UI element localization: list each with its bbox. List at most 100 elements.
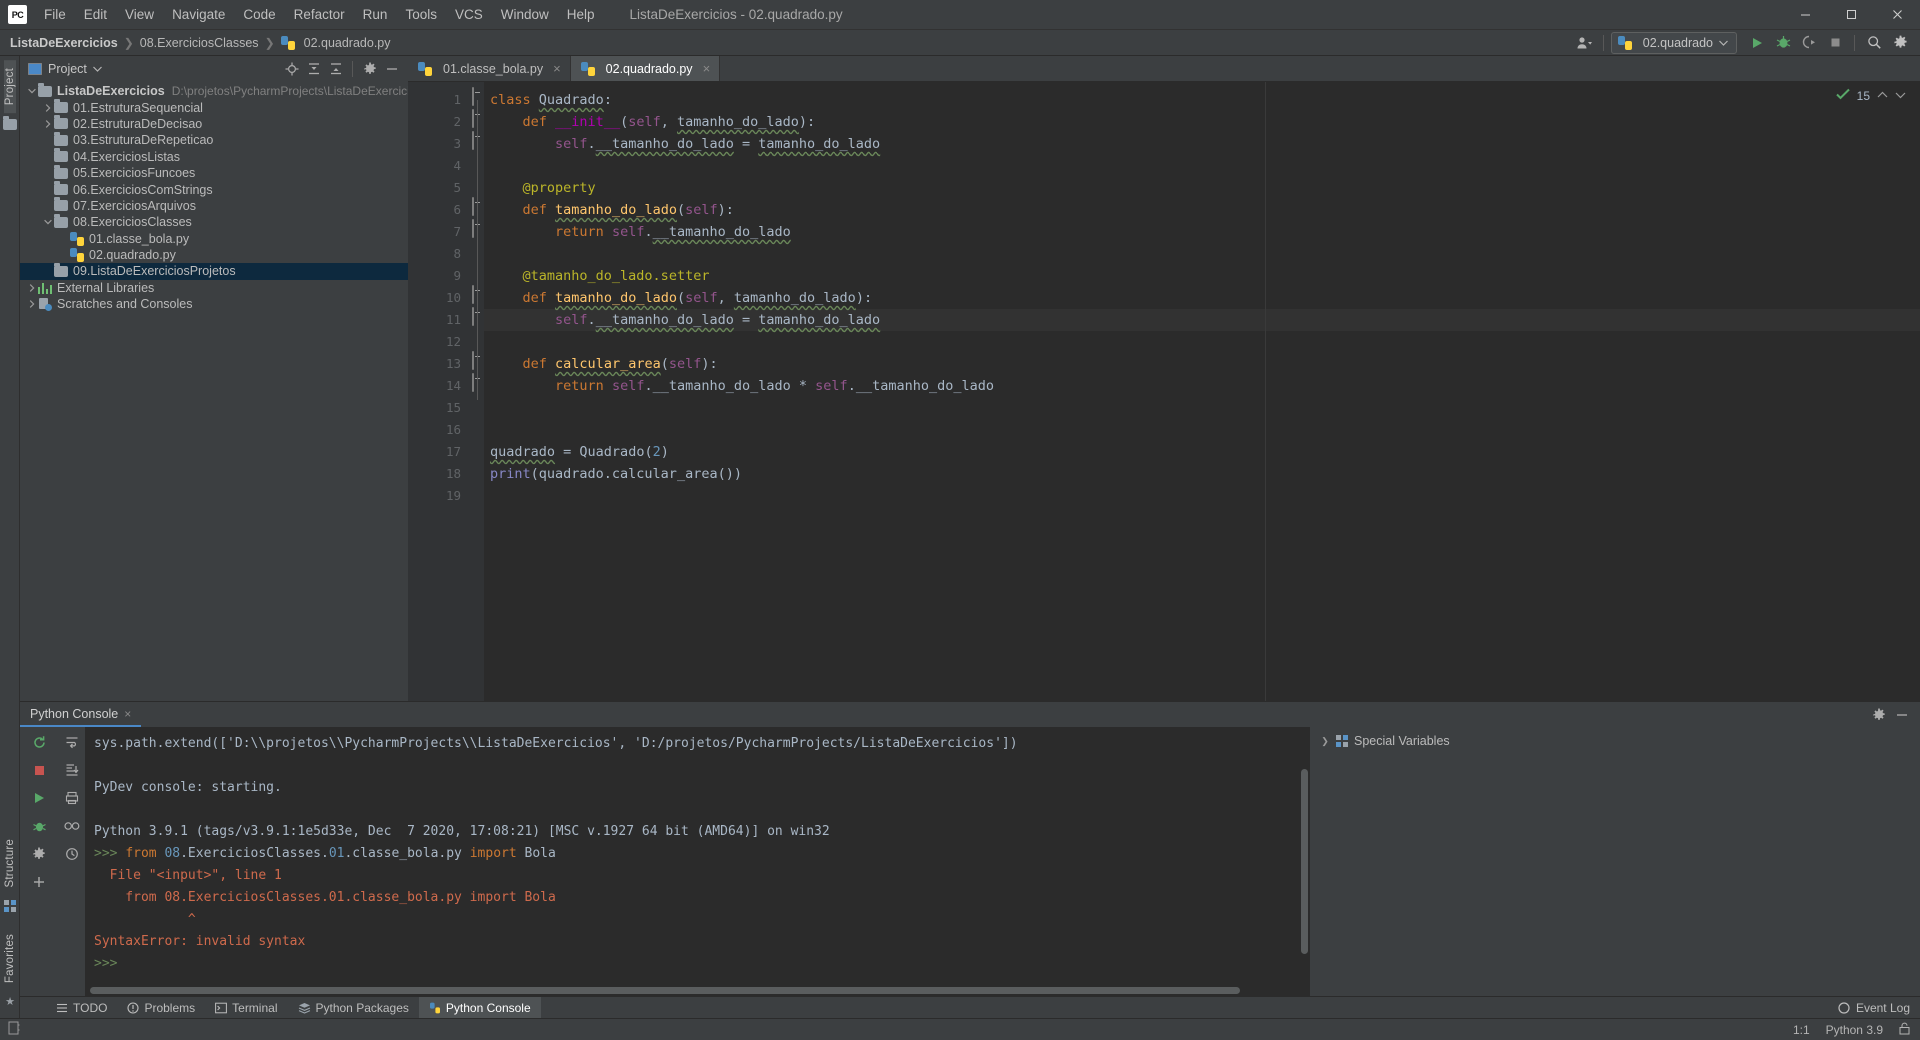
bottom-tab-terminal[interactable]: Terminal [205,997,287,1018]
menu-navigate[interactable]: Navigate [163,4,234,25]
rail-tab-favorites[interactable]: Favorites [4,926,16,991]
console-tab[interactable]: Python Console × [20,702,142,727]
execute-console-icon[interactable] [28,787,50,809]
stop-button[interactable] [1823,32,1847,54]
menu-help[interactable]: Help [558,4,604,25]
code-line[interactable]: def tamanho_do_lado(self): [484,199,1920,221]
code-line[interactable] [484,419,1920,441]
chevron-right-icon[interactable] [42,103,54,112]
menu-view[interactable]: View [116,4,163,25]
code-line[interactable]: class Quadrado: [484,89,1920,111]
code-line[interactable] [484,485,1920,507]
search-everywhere-icon[interactable] [1862,32,1886,54]
menu-code[interactable]: Code [234,4,284,25]
code-line[interactable] [484,155,1920,177]
console-settings-icon[interactable] [28,843,50,865]
rerun-console-icon[interactable] [28,731,50,753]
tree-node-scratches-and-consoles[interactable]: Scratches and Consoles [20,296,408,312]
inspection-next-icon[interactable] [1895,90,1906,102]
console-hide-icon[interactable] [1891,704,1912,725]
chevron-right-icon[interactable] [26,284,38,292]
settings-gear-icon[interactable] [1888,32,1912,54]
code-line[interactable]: self.__tamanho_do_lado = tamanho_do_lado [484,133,1920,155]
chevron-right-icon[interactable] [26,300,38,309]
menu-run[interactable]: Run [354,4,397,25]
console-tab-close-icon[interactable]: × [124,707,131,721]
tree-node-external-libraries[interactable]: External Libraries [20,280,408,296]
interpreter-label[interactable]: Python 3.9 [1826,1023,1883,1037]
code-line[interactable]: print(quadrado.calcular_area()) [484,463,1920,485]
collapse-all-icon[interactable] [325,58,346,79]
inspection-widget[interactable]: 15 [1835,87,1906,104]
console-gear-icon[interactable] [1868,704,1889,725]
scroll-to-end-icon[interactable] [61,759,83,781]
chevron-right-icon[interactable]: ❯ [1320,736,1330,747]
console-vertical-scrollbar[interactable] [1301,769,1308,954]
chevron-right-icon[interactable] [42,120,54,128]
run-with-coverage-button[interactable] [1797,32,1821,54]
rail-tab-project[interactable]: Project [4,60,16,114]
editor-code[interactable]: class Quadrado: def __init__(self, taman… [484,82,1920,701]
breadcrumb-project[interactable]: ListaDeExercicios [10,36,118,50]
tree-node-02-estruturadedecisao[interactable]: 02.EstruturaDeDecisao [20,115,408,132]
project-panel-title-group[interactable]: Project [28,62,102,76]
tree-node-04-exercicioslistas[interactable]: 04.ExerciciosListas [20,148,408,165]
lock-icon[interactable] [1899,1022,1910,1038]
menu-refactor[interactable]: Refactor [285,4,354,25]
project-tree[interactable]: ListaDeExercicios D:\projetos\PycharmProj… [20,81,408,701]
print-icon[interactable] [61,787,83,809]
menu-file[interactable]: File [35,4,75,25]
code-line[interactable] [484,243,1920,265]
maximize-button[interactable] [1828,0,1874,30]
add-console-icon[interactable] [28,871,50,893]
tree-node-listadeexercicios[interactable]: ListaDeExercicios D:\projetos\PycharmProj… [20,82,408,99]
tree-node-02-quadrado-py[interactable]: 02.quadrado.py [20,247,408,263]
special-variables-row[interactable]: ❯ Special Variables [1310,731,1920,751]
code-line[interactable]: def __init__(self, tamanho_do_lado): [484,111,1920,133]
chevron-down-icon[interactable] [26,88,38,94]
bottom-tab-todo[interactable]: TODO [46,997,117,1018]
code-line[interactable]: return self.__tamanho_do_lado [484,221,1920,243]
tree-node-01-estruturasequencial[interactable]: 01.EstruturaSequencial [20,99,408,115]
tree-node-09-listadeexerciciosprojetos[interactable]: 09.ListaDeExerciciosProjetos [20,262,408,280]
debug-button[interactable] [1771,32,1795,54]
menu-vcs[interactable]: VCS [446,4,492,25]
panel-gear-icon[interactable] [359,58,380,79]
hide-panel-icon[interactable] [381,58,402,79]
menu-edit[interactable]: Edit [75,4,116,25]
bottom-tab-python-console[interactable]: Python Console [418,997,541,1018]
close-button[interactable] [1874,0,1920,30]
inspection-prev-icon[interactable] [1877,90,1888,102]
code-line[interactable] [484,331,1920,353]
soft-wrap-icon[interactable] [61,731,83,753]
tree-node-03-estruturaderepeticao[interactable]: 03.EstruturaDeRepeticao [20,131,408,148]
console-output[interactable]: sys.path.extend(['D:\\projetos\\PycharmP… [85,727,1310,996]
user-icon[interactable] [1572,32,1596,54]
infinity-icon[interactable] [61,815,83,837]
code-line[interactable]: def calcular_area(self): [484,353,1920,375]
tree-node-01-classe-bola-py[interactable]: 01.classe_bola.py [20,231,408,247]
code-line[interactable]: @tamanho_do_lado.setter [484,265,1920,287]
code-line[interactable]: self.__tamanho_do_lado = tamanho_do_lado [484,309,1920,331]
memory-indicator-icon[interactable] [8,1021,20,1038]
rail-tab-structure[interactable]: Structure [4,831,16,895]
debug-console-icon[interactable] [28,815,50,837]
code-line[interactable]: @property [484,177,1920,199]
run-configuration-selector[interactable]: 02.quadrado [1610,31,1737,54]
breadcrumb-file[interactable]: 02.quadrado.py [280,35,391,50]
expand-all-icon[interactable] [303,58,324,79]
code-line[interactable]: def tamanho_do_lado(self, tamanho_do_lad… [484,287,1920,309]
code-line[interactable]: return self.__tamanho_do_lado * self.__t… [484,375,1920,397]
code-line[interactable]: quadrado = Quadrado(2) [484,441,1920,463]
tree-node-06-exercicioscomstrings[interactable]: 06.ExerciciosComStrings [20,181,408,197]
stop-console-icon[interactable] [28,759,50,781]
bottom-tab-problems[interactable]: Problems [117,997,205,1018]
tree-node-07-exerciciosarquivos[interactable]: 07.ExerciciosArquivos [20,197,408,214]
editor-tab-02-quadrado-py[interactable]: 02.quadrado.py × [570,56,721,81]
breadcrumb-folder[interactable]: 08.ExerciciosClasses [140,36,259,50]
locate-file-icon[interactable] [281,58,302,79]
menu-tools[interactable]: Tools [396,4,446,25]
caret-position[interactable]: 1:1 [1793,1023,1810,1037]
menu-window[interactable]: Window [492,4,558,25]
tree-node-08-exerciciosclasses[interactable]: 08.ExerciciosClasses [20,213,408,230]
